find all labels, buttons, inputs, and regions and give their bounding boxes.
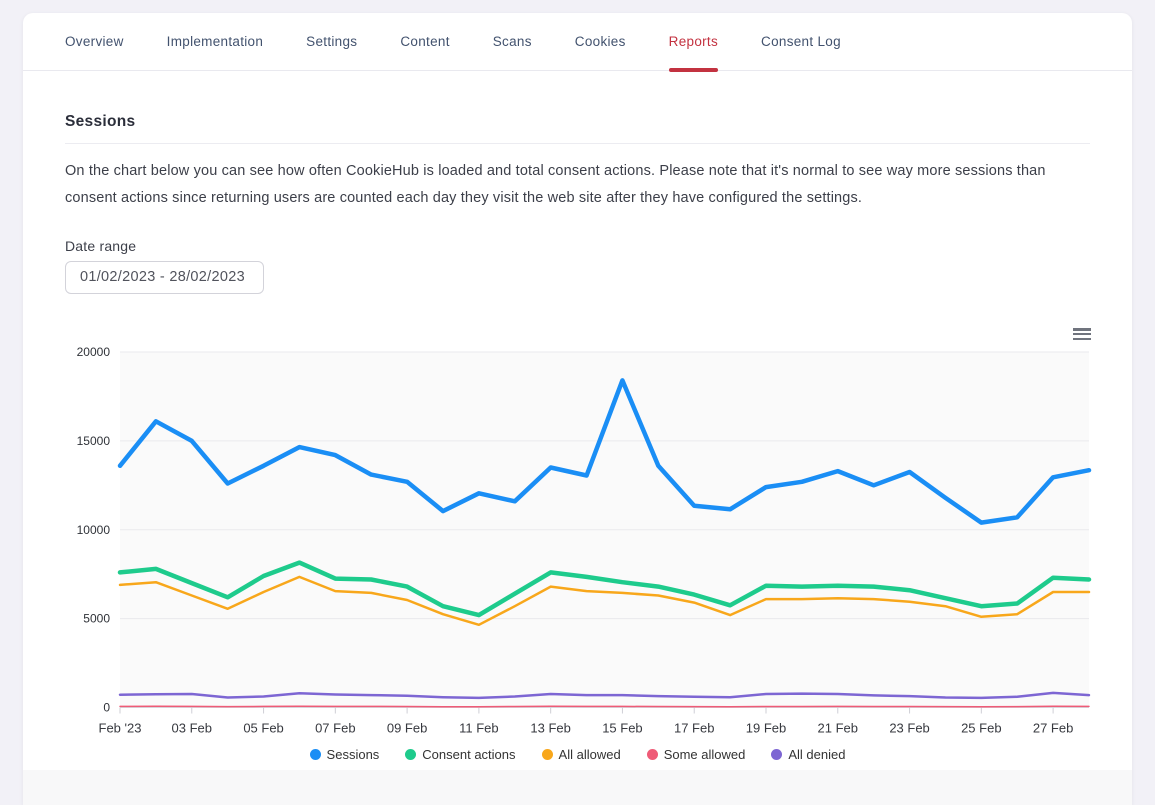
tab-content[interactable]: Content bbox=[400, 13, 449, 70]
x-axis-label: 15 Feb bbox=[602, 721, 642, 736]
legend-item-consent-actions[interactable]: Consent actions bbox=[405, 747, 515, 762]
tab-implementation[interactable]: Implementation bbox=[167, 13, 264, 70]
x-axis-label: 09 Feb bbox=[387, 721, 427, 736]
main-card: Overview Implementation Settings Content Sca… bbox=[23, 13, 1132, 805]
legend-dot bbox=[310, 749, 321, 760]
x-axis-label: 03 Feb bbox=[172, 721, 212, 736]
x-axis-label: 07 Feb bbox=[315, 721, 355, 736]
legend-label: Consent actions bbox=[422, 747, 515, 762]
x-axis-label: 13 Feb bbox=[530, 721, 570, 736]
tab-consent-log[interactable]: Consent Log bbox=[761, 13, 841, 70]
title-divider bbox=[65, 143, 1090, 144]
page: { "page": { "background": "#f2f1f7", "ac… bbox=[0, 0, 1155, 805]
x-axis-label: 11 Feb bbox=[459, 721, 499, 736]
tab-scans[interactable]: Scans bbox=[493, 13, 532, 70]
x-axis-label: 05 Feb bbox=[243, 721, 283, 736]
y-axis-label: 0 bbox=[103, 701, 110, 715]
legend-dot bbox=[771, 749, 782, 760]
date-range-label: Date range bbox=[65, 238, 1090, 254]
legend-item-all-denied[interactable]: All denied bbox=[771, 747, 845, 762]
chart-legend: Sessions Consent actions All allowed Some a… bbox=[23, 747, 1132, 762]
tab-reports[interactable]: Reports bbox=[669, 13, 718, 70]
bottom-strip bbox=[23, 770, 1132, 805]
page-title: Sessions bbox=[65, 113, 1090, 131]
tab-bar: Overview Implementation Settings Content Sca… bbox=[23, 13, 1132, 71]
x-axis-label: Feb '23 bbox=[99, 721, 142, 736]
x-axis-label: 25 Feb bbox=[961, 721, 1001, 736]
chart-canvas: 0 5000 10000 15000 20000 Feb '23 03 Feb 05 Feb 0… bbox=[63, 318, 1093, 742]
legend-dot bbox=[405, 749, 416, 760]
x-axis-label: 19 Feb bbox=[746, 721, 786, 736]
legend-item-sessions[interactable]: Sessions bbox=[310, 747, 380, 762]
series-line-some-allowed bbox=[120, 706, 1089, 707]
chart-context-menu-icon[interactable] bbox=[1073, 327, 1091, 341]
x-axis-label: 17 Feb bbox=[674, 721, 714, 736]
legend-label: All allowed bbox=[559, 747, 621, 762]
y-axis-label: 20000 bbox=[77, 345, 111, 359]
x-axis-label: 23 Feb bbox=[889, 721, 929, 736]
x-axis-label: 27 Feb bbox=[1033, 721, 1073, 736]
legend-label: Some allowed bbox=[664, 747, 746, 762]
legend-item-all-allowed[interactable]: All allowed bbox=[542, 747, 621, 762]
legend-dot bbox=[647, 749, 658, 760]
legend-label: Sessions bbox=[327, 747, 380, 762]
y-axis-label: 10000 bbox=[77, 523, 111, 537]
tab-cookies[interactable]: Cookies bbox=[575, 13, 626, 70]
report-section: Sessions On the chart below you can see … bbox=[23, 113, 1132, 294]
y-axis-label: 15000 bbox=[77, 434, 111, 448]
legend-label: All denied bbox=[788, 747, 845, 762]
section-description: On the chart below you can see how often… bbox=[65, 158, 1081, 212]
sessions-chart: 0 5000 10000 15000 20000 Feb '23 03 Feb 05 Feb 0… bbox=[63, 318, 1093, 742]
tab-settings[interactable]: Settings bbox=[306, 13, 357, 70]
y-axis-label: 5000 bbox=[83, 612, 110, 626]
x-axis-label: 21 Feb bbox=[818, 721, 858, 736]
legend-item-some-allowed[interactable]: Some allowed bbox=[647, 747, 746, 762]
legend-dot bbox=[542, 749, 553, 760]
tab-overview[interactable]: Overview bbox=[65, 13, 124, 70]
date-range-input[interactable] bbox=[65, 261, 264, 294]
